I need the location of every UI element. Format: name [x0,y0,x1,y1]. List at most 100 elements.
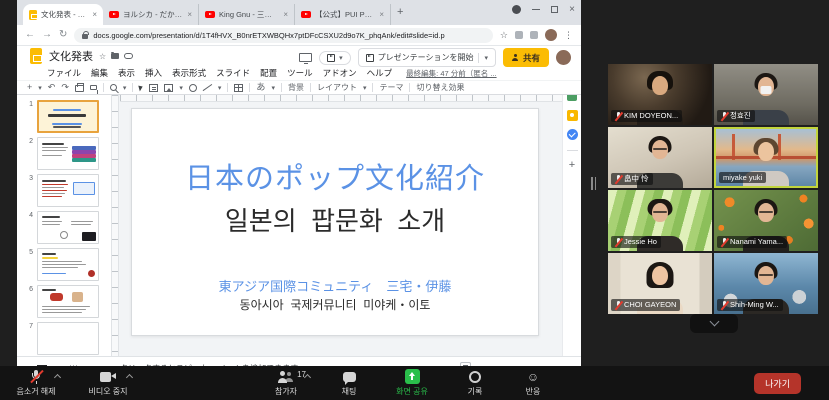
video-tile[interactable]: Nanami Yama... [714,190,818,251]
new-slide-button[interactable]: + [27,83,32,92]
zoom-tool-icon[interactable] [110,84,117,91]
menu-addons[interactable]: アドオン [323,67,357,79]
start-presentation-button[interactable]: プレゼンテーションを開始 ▾ [358,48,496,67]
leave-meeting-button[interactable]: 나가기 [754,373,801,394]
participants-chevron-icon[interactable] [304,374,311,381]
tab-slides[interactable]: 文化発表 - Google スライド × [23,4,103,25]
tasks-icon[interactable] [567,129,578,140]
print-button[interactable] [75,85,84,92]
video-tile-active-speaker[interactable]: miyake yuki [714,127,818,188]
theme-button[interactable]: テーマ [379,82,403,93]
slide-thumbnail-3[interactable] [37,174,99,207]
extension-icon[interactable] [530,31,538,39]
keep-icon[interactable] [567,110,578,121]
paint-format-button[interactable] [90,85,97,90]
record-button[interactable]: 기록 [452,369,498,397]
share-screen-button[interactable]: 화면 공유 [384,369,440,397]
video-tile[interactable]: KIM DOYEON... [608,64,712,125]
audio-options-chevron-icon[interactable] [54,374,61,381]
extension-icon[interactable] [515,31,523,39]
chevron-down-icon[interactable]: ▾ [271,84,275,92]
get-addons-icon[interactable]: + [569,160,575,170]
slide-thumbnail-6[interactable] [37,285,99,318]
address-field[interactable]: docs.google.com/presentation/d/1T4fHVX_B… [74,28,493,43]
save-status-cloud-icon[interactable] [124,53,133,59]
insert-image-button[interactable] [164,84,173,92]
slide-thumbnail-4[interactable] [37,211,99,244]
menu-insert[interactable]: 挿入 [145,67,162,79]
close-window-icon[interactable]: × [569,6,575,14]
slide-byline-japanese[interactable]: 東アジア国際コミュニティ 三宅・伊藤 [132,276,538,295]
insert-line-button[interactable] [203,83,212,92]
select-cursor-icon[interactable] [139,84,144,91]
stop-video-button[interactable]: 비디오 중지 [80,369,136,397]
minimize-icon[interactable] [532,9,540,11]
video-options-chevron-icon[interactable] [126,374,133,381]
insert-shape-button[interactable] [189,84,197,92]
close-tab-icon[interactable]: × [283,10,288,19]
video-tile[interactable]: CHOI GAYEON [608,253,712,314]
reactions-button[interactable]: ☺ 반응 [510,369,556,397]
background-button[interactable]: 背景 [288,82,304,93]
slide-thumbnail-7[interactable] [37,322,99,355]
chevron-down-icon[interactable]: ▾ [38,84,42,92]
browser-avatar[interactable] [545,29,557,41]
tab-youtube-3[interactable]: 【公式】PUI PUI モルカー 第1話... × [295,4,391,25]
undo-button[interactable]: ↶ [48,83,56,92]
panel-drag-handle[interactable] [591,177,596,190]
video-tile[interactable]: 정효진 [714,64,818,125]
forward-icon[interactable]: → [42,30,52,40]
menu-format[interactable]: 表示形式 [172,67,206,79]
collapse-video-panel-button[interactable] [690,314,738,333]
chat-button[interactable]: 채팅 [326,369,372,397]
star-document-icon[interactable]: ☆ [99,52,106,61]
slide-thumbnail-5[interactable] [37,248,99,281]
slide-thumbnail-1[interactable] [37,100,99,133]
slide-title-korean[interactable]: 일본의 팝문화 소개 [132,201,538,238]
layout-button[interactable]: レイアウト [317,82,357,93]
video-tile[interactable]: 畠中 怜 [608,127,712,188]
close-tab-icon[interactable]: × [379,10,384,19]
new-tab-button[interactable]: + [397,6,403,20]
calendar-icon[interactable] [567,95,577,101]
kebab-menu-icon[interactable]: ⋮ [564,31,573,40]
slide-title-japanese[interactable]: 日本のポップ文化紹介 [132,155,538,197]
menu-file[interactable]: ファイル [47,67,81,79]
menu-slide[interactable]: スライド [216,67,250,79]
chevron-down-icon[interactable]: ▾ [179,84,183,92]
slide-byline-korean[interactable]: 동아시아 국제커뮤니티 미야케・이토 [132,296,538,313]
insert-table-button[interactable] [234,84,243,92]
close-tab-icon[interactable]: × [92,10,97,19]
present-display-icon[interactable] [299,53,312,62]
back-icon[interactable]: ← [25,30,35,40]
video-tile[interactable]: Jessie Ho [608,190,712,251]
close-tab-icon[interactable]: × [187,10,192,19]
participants-button[interactable]: 17 참가자 [258,369,314,397]
quick-present-pill[interactable]: ▾ [319,51,351,65]
browser-profile-icon[interactable] [512,5,521,14]
chevron-down-icon[interactable]: ▾ [218,84,222,92]
menu-edit[interactable]: 編集 [91,67,108,79]
menu-arrange[interactable]: 配置 [260,67,277,79]
account-avatar[interactable] [556,50,571,65]
chevron-down-icon[interactable]: ▾ [123,84,127,92]
tab-youtube-2[interactable]: King Gnu - 三文小説 - YouTube × [199,4,295,25]
restore-icon[interactable] [551,6,558,13]
unmute-button[interactable]: 음소거 해제 [8,369,64,397]
last-edited-link[interactable]: 最終編集: 47 分前（匿名 ... [406,68,496,79]
reload-icon[interactable]: ↻ [59,30,67,40]
menu-help[interactable]: ヘルプ [367,67,393,79]
chevron-down-icon[interactable]: ▾ [363,84,367,92]
current-slide[interactable]: 日本のポップ文化紹介 일본의 팝문화 소개 東アジア国際コミュニティ 三宅・伊藤… [131,108,539,336]
redo-button[interactable]: ↷ [61,83,69,92]
video-tile[interactable]: Shih-Ming W... [714,253,818,314]
document-title[interactable]: 文化発表 [49,48,93,64]
slide-thumbnail-2[interactable] [37,137,99,170]
text-box-button[interactable] [149,84,158,92]
menu-view[interactable]: 表示 [118,67,135,79]
move-folder-icon[interactable] [111,53,119,59]
share-button[interactable]: 共有 [503,48,549,67]
tab-youtube-1[interactable]: ヨルシカ - だから僕は音楽を辞めた... × [103,4,199,25]
menu-tools[interactable]: ツール [287,67,313,79]
text-tool-button[interactable]: あ [256,83,265,92]
